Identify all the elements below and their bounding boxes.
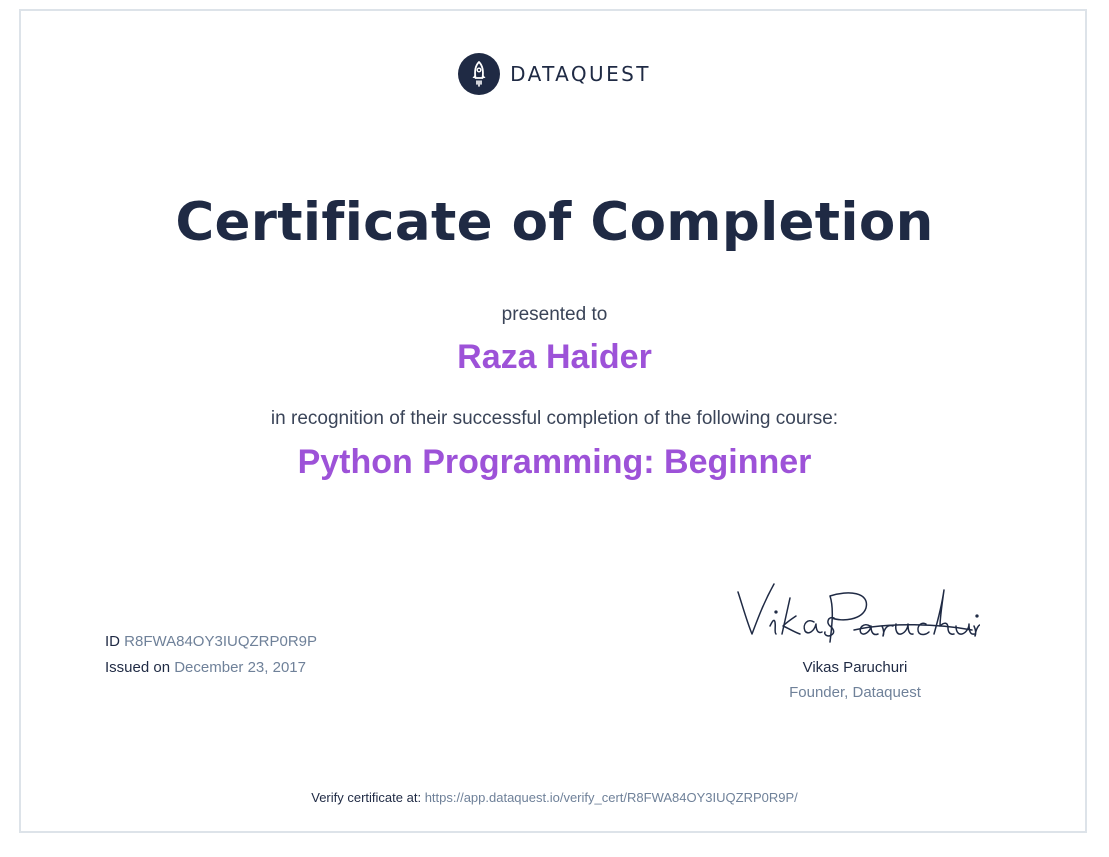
recipient-name: Raza Haider <box>457 338 652 376</box>
brand-wordmark: DATAQUEST <box>510 62 651 86</box>
verify-link[interactable]: https://app.dataquest.io/verify_cert/R8F… <box>425 790 798 805</box>
recognition-text: in recognition of their successful compl… <box>270 408 839 429</box>
course-name: Python Programming: Beginner <box>297 443 812 481</box>
certificate-id-label: ID <box>105 633 120 650</box>
certificate-id: ID R8FWA84OY3IUQZRP0R9P <box>105 633 317 650</box>
issue-date-label: Issued on <box>105 659 171 676</box>
signer-role: Founder, Dataquest <box>789 684 921 701</box>
signer-name: Vikas Paruchuri <box>802 659 908 676</box>
rocket-icon <box>458 53 501 95</box>
brand-logo: DATAQUEST <box>0 53 1109 95</box>
presented-to-label: presented to <box>501 304 608 325</box>
certificate-title: Certificate of Completion <box>175 192 934 253</box>
issue-date: Issued on December 23, 2017 <box>105 659 306 676</box>
verify-label: Verify certificate at: <box>311 790 422 805</box>
certificate-id-value: R8FWA84OY3IUQZRP0R9P <box>124 633 318 650</box>
verify-footer: Verify certificate at: https://app.dataq… <box>0 790 1109 805</box>
issue-date-value: December 23, 2017 <box>174 659 306 676</box>
signature-image <box>737 583 980 643</box>
